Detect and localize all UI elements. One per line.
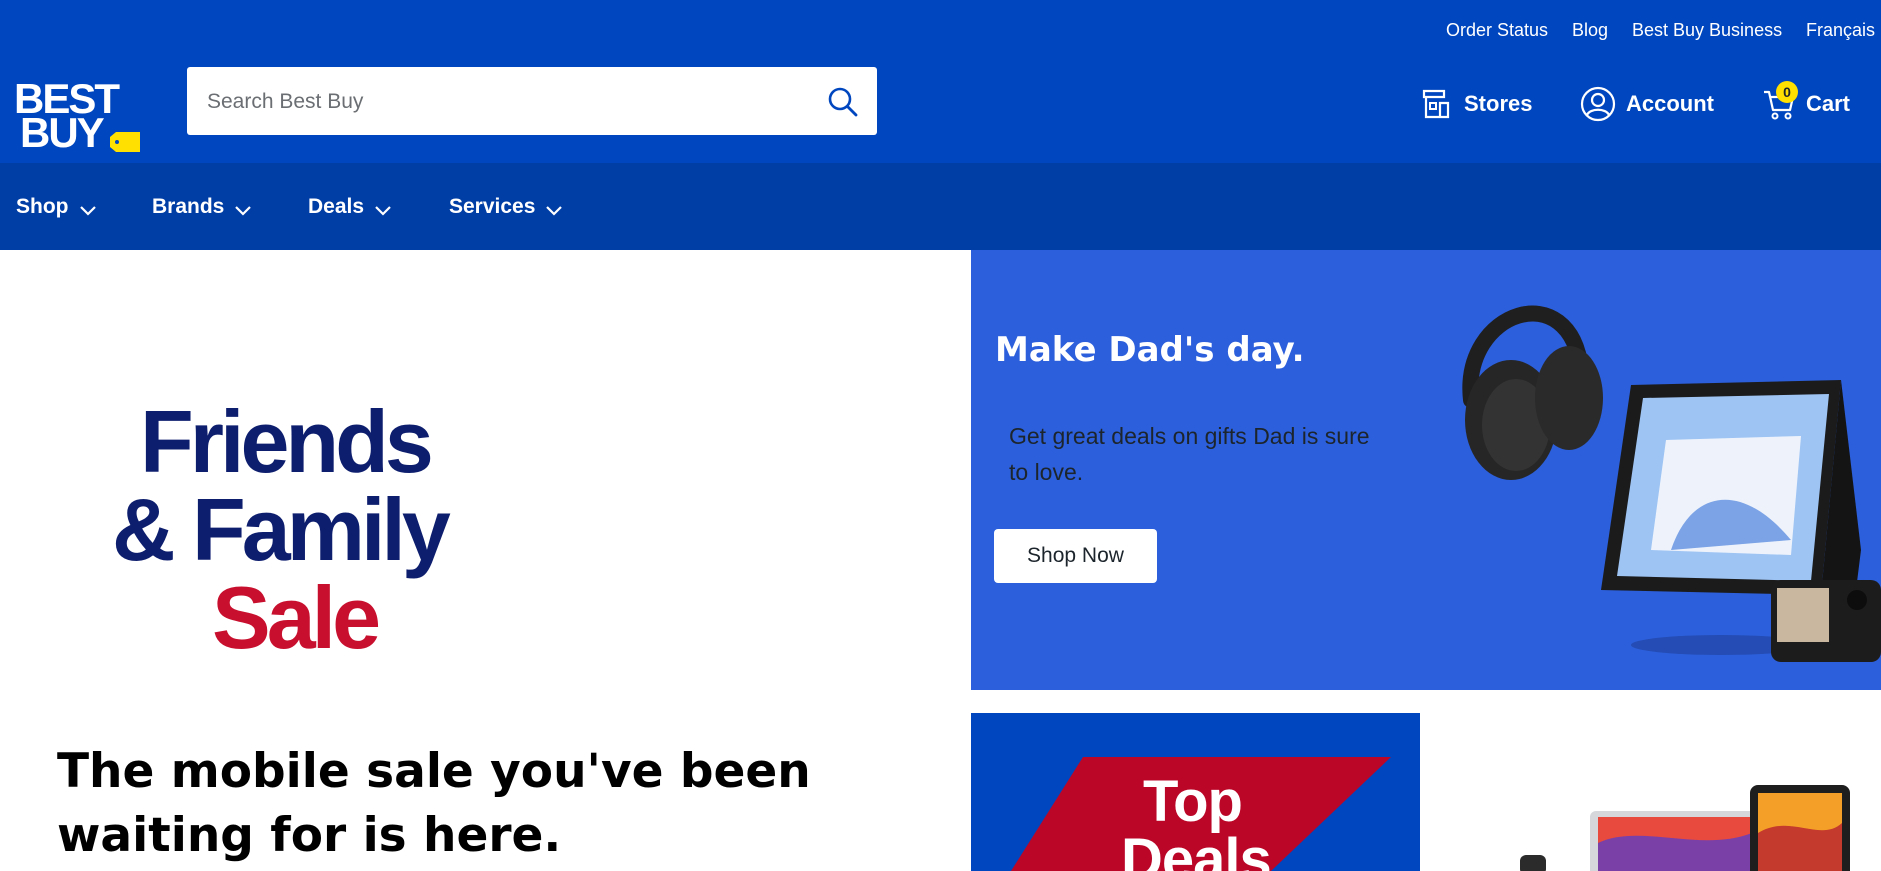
headphones-image <box>1462 305 1603 480</box>
dads-day-promo: Make Dad's day. Get great deals on gifts… <box>971 250 1881 690</box>
cart-label: Cart <box>1806 91 1851 116</box>
nav-brands[interactable]: Brands <box>152 195 252 219</box>
action-camera-image <box>1771 580 1881 662</box>
account-icon <box>1580 86 1616 122</box>
logo-line-buy: BUY <box>20 109 105 156</box>
order-status-link[interactable]: Order Status <box>1446 20 1548 41</box>
nav-services-label: Services <box>449 195 536 218</box>
chevron-down-icon <box>235 206 252 216</box>
blog-link[interactable]: Blog <box>1572 20 1608 41</box>
account-link[interactable]: Account <box>1580 84 1714 124</box>
nav-brands-label: Brands <box>152 195 225 218</box>
watch-image <box>1520 855 1546 871</box>
gift-products-image <box>1462 305 1881 662</box>
search-input[interactable] <box>205 67 789 137</box>
shop-now-button[interactable]: Shop Now <box>994 529 1157 583</box>
account-label: Account <box>1626 91 1714 116</box>
chevron-down-icon <box>79 206 96 216</box>
nav-shop-label: Shop <box>16 195 69 218</box>
stores-label: Stores <box>1464 91 1533 116</box>
main-nav <box>0 163 1881 250</box>
devices-image <box>1520 785 1850 871</box>
cart-icon-wrap: 0 <box>1762 81 1798 121</box>
promo-line-friends: Friends <box>140 392 434 491</box>
top-deals-line-top: Top <box>1143 769 1243 834</box>
nav-deals-label: Deals <box>308 195 365 218</box>
best-buy-logo[interactable]: BEST BUY <box>14 78 140 156</box>
nav-deals[interactable]: Deals <box>308 195 392 219</box>
stores-link[interactable]: Stores <box>1420 84 1532 124</box>
nav-shop[interactable]: Shop <box>16 195 97 219</box>
search-bar <box>187 67 877 137</box>
mobile-sale-headline: The mobile sale you've been waiting for … <box>57 744 811 863</box>
promo-line-family: & Family <box>112 480 451 579</box>
dad-promo-text: Get great deals on gifts Dad is sure to … <box>1009 423 1370 485</box>
search-icon[interactable] <box>827 86 859 118</box>
dad-promo-title: Make Dad's day. <box>995 330 1305 370</box>
devices-promo[interactable] <box>1420 713 1881 871</box>
cart-count-badge: 0 <box>1776 81 1798 103</box>
nav-services[interactable]: Services <box>449 195 563 219</box>
promo-line-sale: Sale <box>212 568 381 667</box>
store-icon <box>1422 89 1450 119</box>
logo-tag-icon <box>110 132 140 152</box>
top-deals-line-deals: Deals <box>1121 827 1272 871</box>
chevron-down-icon <box>375 206 391 216</box>
laptop-image <box>1590 811 1760 871</box>
best-buy-business-link[interactable]: Best Buy Business <box>1632 20 1782 41</box>
cart-link[interactable]: 0 Cart <box>1762 81 1851 124</box>
tablet-device-image <box>1750 785 1850 871</box>
francais-link[interactable]: Français <box>1806 20 1875 41</box>
chevron-down-icon <box>546 206 563 216</box>
top-deals-promo[interactable]: Top Deals <box>971 713 1420 871</box>
